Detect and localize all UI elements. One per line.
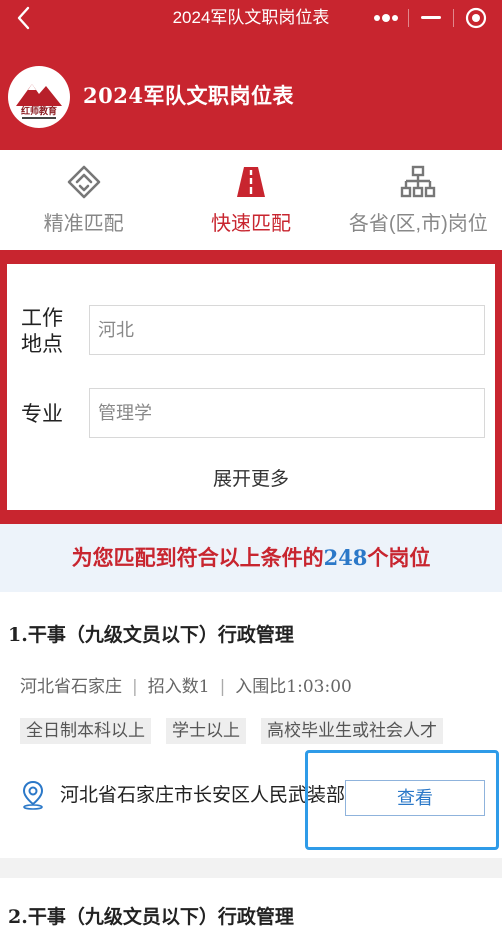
tab-label: 各省(区,市)岗位 [348, 213, 488, 235]
tab-label: 快速匹配 [210, 213, 291, 235]
location-pin-icon [20, 780, 46, 810]
filter-section: 工作 地点 河北 专业 管理学 展开更多 [0, 250, 502, 524]
result-count: 248 [323, 545, 368, 570]
page-title: 2024军队文职岗位表 [83, 83, 294, 108]
job-card: 1.干事（九级文员以下）行政管理 河北省石家庄 | 招入数1 | 入围比1:03:00 … [0, 592, 502, 858]
logo-text: 红师教育 [21, 105, 57, 117]
job-city: 河北省石家庄 [20, 677, 122, 697]
result-count-bar: 为您匹配到符合以上条件的248个岗位 [0, 524, 502, 592]
major-field[interactable]: 管理学 [89, 388, 485, 438]
top-navbar: 2024军队文职岗位表 [0, 0, 502, 36]
job-tag: 全日制本科以上 [20, 718, 151, 744]
job-meta: 河北省石家庄 | 招入数1 | 入围比1:03:00 [20, 677, 352, 697]
more-dots-icon[interactable] [364, 2, 408, 34]
diamond-layers-icon [64, 162, 104, 202]
road-icon [231, 162, 271, 202]
job-ratio: 入围比1:03:00 [235, 677, 352, 697]
filter-form: 工作 地点 河北 专业 管理学 展开更多 [7, 264, 495, 510]
tab-precise-match[interactable]: 精准匹配 [0, 150, 167, 250]
focus-highlight-box [305, 750, 499, 850]
job-card: 2.干事（九级文员以下）行政管理 [0, 878, 502, 952]
job-title[interactable]: 1.干事（九级文员以下）行政管理 [8, 620, 294, 647]
header-banner: 红师教育 2024军队文职岗位表 [0, 36, 502, 150]
job-tag: 学士以上 [166, 718, 246, 744]
org-chart-icon [398, 162, 438, 202]
job-title[interactable]: 2.干事（九级文员以下）行政管理 [8, 902, 294, 929]
brand-logo: 红师教育 [8, 66, 70, 128]
job-tags: 全日制本科以上 学士以上 高校毕业生或社会人才 [20, 718, 443, 744]
job-tag: 高校毕业生或社会人才 [261, 718, 443, 744]
result-prefix: 为您匹配到符合以上条件的 [71, 545, 324, 570]
mini-program-capsule [364, 2, 498, 34]
expand-more-link[interactable]: 展开更多 [7, 464, 495, 491]
major-label: 专业 [21, 403, 63, 426]
tab-quick-match[interactable]: 快速匹配 [167, 150, 334, 250]
location-label: 工作 地点 [21, 307, 63, 356]
result-suffix: 个岗位 [367, 545, 431, 570]
match-tabs: 精准匹配 快速匹配 各省(区,市)岗位 [0, 150, 502, 250]
target-close-icon[interactable] [454, 2, 498, 34]
location-field[interactable]: 河北 [89, 305, 485, 355]
minimize-icon[interactable] [409, 2, 453, 34]
tab-label: 精准匹配 [43, 213, 124, 235]
job-quota: 招入数1 [147, 677, 210, 697]
tab-province-jobs[interactable]: 各省(区,市)岗位 [335, 150, 502, 250]
